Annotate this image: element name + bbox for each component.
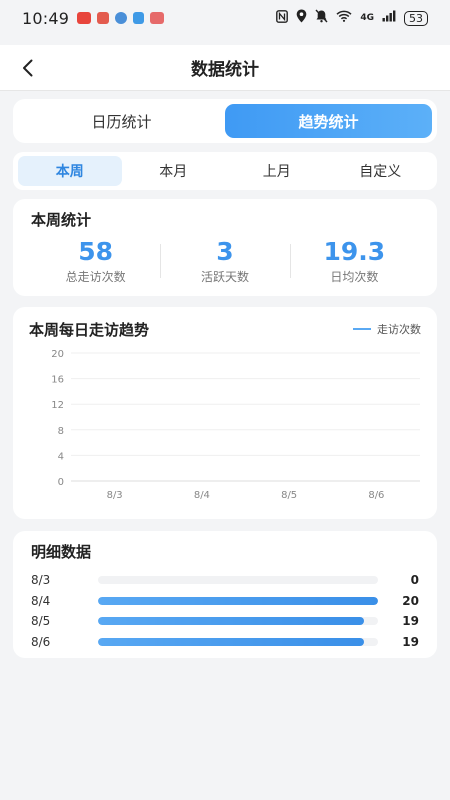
detail-date: 8/6 — [31, 634, 51, 649]
y-tick-label: 20 — [51, 349, 64, 360]
x-tick-label: 8/6 — [368, 490, 384, 501]
y-tick-label: 16 — [51, 375, 64, 386]
stat-label: 总走访次数 — [65, 270, 126, 284]
detail-data-card: 明细数据 8/3 0 8/4 20 8/5 19 8/6 19 — [13, 531, 437, 658]
detail-date: 8/4 — [31, 593, 51, 608]
stat-daily-average: 19.3 日均次数 — [289, 237, 419, 285]
weekly-summary-card: 本周统计 58 总走访次数 3 活跃天数 19.3 日均次数 — [13, 199, 437, 296]
system-icons: 4G 53 — [276, 9, 428, 27]
x-tick-label: 8/5 — [281, 490, 297, 501]
signal-icon — [382, 10, 396, 26]
x-tick-label: 8/4 — [194, 490, 210, 501]
network-type: 4G — [360, 13, 374, 23]
location-icon — [296, 9, 307, 27]
nfc-icon — [276, 9, 289, 27]
detail-count: 19 — [402, 614, 419, 629]
y-tick-label: 0 — [58, 477, 64, 488]
chart-legend: 走访次数 — [353, 321, 421, 337]
wifi-icon — [336, 10, 352, 26]
app-notification-icon — [133, 12, 145, 24]
app-header: 数据统计 — [0, 45, 450, 91]
detail-bar-track — [98, 637, 378, 646]
y-tick-label: 8 — [58, 426, 64, 437]
stat-total-visits: 58 总走访次数 — [31, 238, 160, 285]
period-selector: 本周 本月 上月 自定义 — [13, 152, 437, 190]
period-custom[interactable]: 自定义 — [329, 156, 433, 186]
summary-stats: 58 总走访次数 3 活跃天数 19.3 日均次数 — [31, 238, 419, 285]
period-last-month[interactable]: 上月 — [225, 156, 329, 186]
period-this-week[interactable]: 本周 — [18, 156, 122, 186]
detail-bar-track — [98, 576, 378, 585]
legend-swatch — [353, 328, 371, 330]
detail-row: 8/4 20 — [31, 591, 419, 612]
detail-row: 8/5 19 — [31, 611, 419, 632]
detail-title: 明细数据 — [31, 543, 92, 561]
detail-row: 8/6 19 — [31, 632, 419, 653]
detail-row: 8/3 0 — [31, 570, 419, 591]
app-notification-icon — [77, 12, 92, 24]
y-tick-label: 12 — [51, 400, 64, 411]
detail-bar-track — [98, 596, 378, 605]
detail-bar-fill — [98, 637, 364, 646]
app-notification-icon — [97, 12, 110, 24]
stat-label: 日均次数 — [330, 270, 379, 284]
detail-count: 20 — [402, 593, 419, 608]
detail-bar-track — [98, 617, 378, 626]
y-tick-label: 4 — [58, 451, 64, 462]
detail-bar-fill — [98, 617, 364, 626]
tab-trend-stats[interactable]: 趋势统计 — [225, 104, 432, 138]
legend-label: 走访次数 — [377, 323, 421, 336]
detail-date: 8/5 — [31, 614, 51, 629]
tab-calendar-stats[interactable]: 日历统计 — [18, 104, 225, 138]
period-this-month[interactable]: 本月 — [122, 156, 226, 186]
stat-value: 58 — [78, 237, 114, 266]
detail-date: 8/3 — [31, 573, 51, 588]
detail-rows: 8/3 0 8/4 20 8/5 19 8/6 19 — [31, 570, 419, 652]
summary-title: 本周统计 — [31, 211, 92, 229]
stat-value: 3 — [216, 237, 234, 266]
stat-active-days: 3 活跃天数 — [160, 238, 289, 285]
status-bar: 10:49 4G 53 — [0, 0, 450, 36]
notification-icons — [77, 12, 165, 24]
detail-count: 0 — [410, 573, 419, 588]
detail-bar-fill — [98, 596, 378, 605]
stat-label: 活跃天数 — [200, 270, 249, 284]
back-button[interactable] — [16, 56, 40, 80]
stats-mode-tabs: 日历统计 趋势统计 — [13, 99, 437, 143]
page-title: 数据统计 — [191, 60, 259, 80]
app-notification-icon — [115, 12, 128, 24]
stat-value: 19.3 — [323, 237, 386, 266]
app-notification-icon — [150, 12, 165, 24]
x-tick-label: 8/3 — [107, 490, 123, 501]
daily-trend-card: 0 4 8 12 16 20 8/3 8/4 8/5 8/6 本周每日走访趋势 走访次数 — [13, 307, 437, 519]
battery-indicator: 53 — [404, 10, 428, 26]
mute-icon — [315, 9, 328, 27]
detail-count: 19 — [402, 634, 419, 649]
status-time: 10:49 — [22, 8, 70, 28]
chevron-left-icon — [23, 59, 33, 77]
